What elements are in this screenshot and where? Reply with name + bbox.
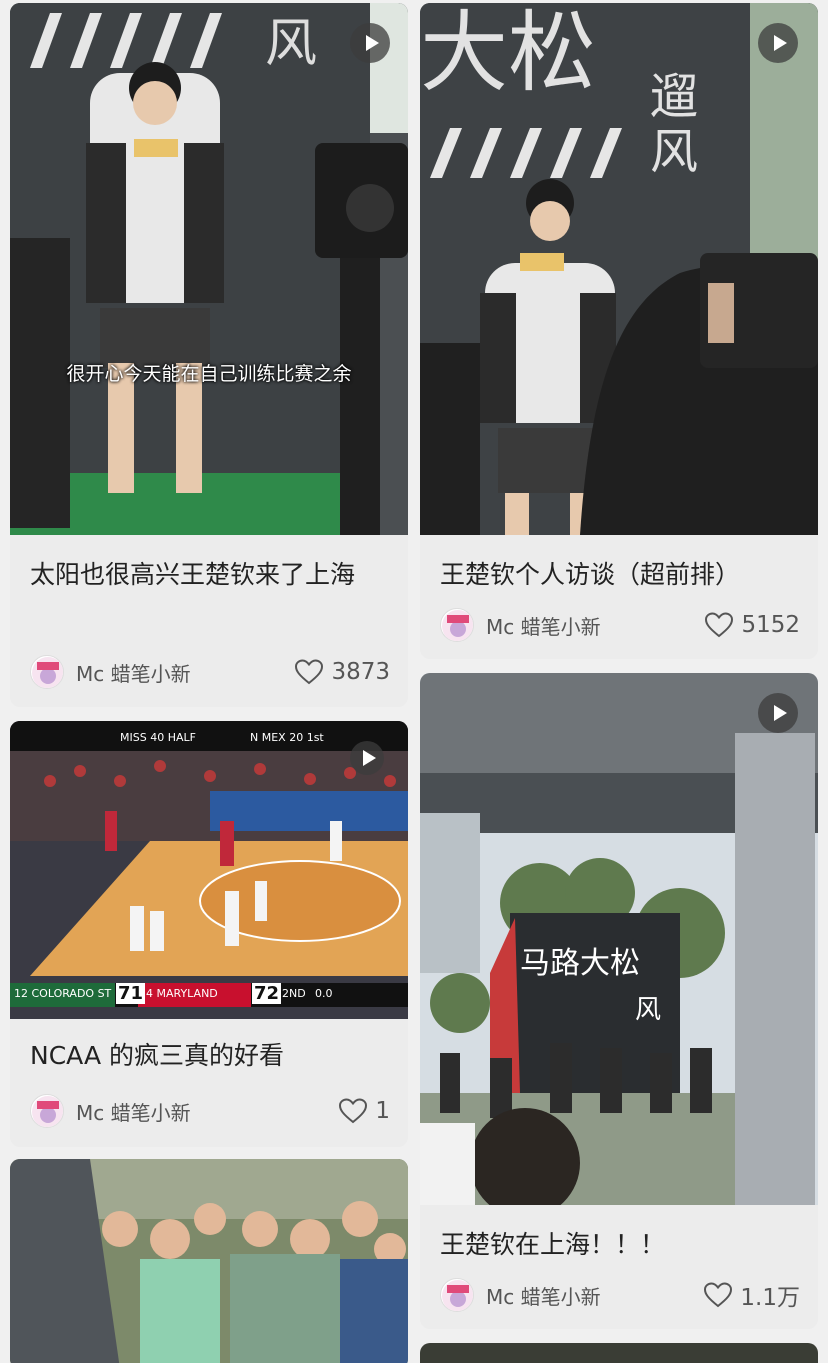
team2-score: 72	[252, 983, 282, 1004]
post-card-6[interactable]	[420, 1343, 818, 1363]
post-card-4[interactable]: 马路大松 风 王楚钦在上海！！！ Mc 蜡笔小新 1.1万	[420, 673, 818, 1329]
author-name[interactable]: Mc 蜡笔小新	[76, 1097, 339, 1126]
like-count: 5152	[741, 612, 800, 638]
avatar-icon[interactable]	[440, 608, 474, 642]
play-icon[interactable]	[758, 23, 798, 63]
cover-image-venue: 马路大松 风	[420, 673, 818, 1205]
post-title-4[interactable]: 王楚钦在上海！！！	[420, 1205, 818, 1266]
cover-image-stage: 风	[10, 3, 408, 535]
svg-text:风: 风	[635, 995, 661, 1025]
post-cover-1[interactable]: 风 很开心今天能在自己训练比赛之余	[10, 3, 408, 535]
like-count: 1.1万	[740, 1285, 800, 1311]
svg-text:MISS 40 HALF: MISS 40 HALF	[120, 731, 196, 744]
team2-name: 4 MARYLAND	[146, 987, 218, 1000]
heart-icon	[339, 1098, 368, 1124]
post-cover-4[interactable]: 马路大松 风	[420, 673, 818, 1205]
scoreboard: 12 COLORADO ST 71 4 MARYLAND 72 2ND 0.0	[10, 983, 408, 1007]
svg-text:遛: 遛	[650, 69, 698, 125]
svg-text:风: 风	[650, 124, 698, 180]
team1-score: 71	[116, 983, 146, 1004]
like-button[interactable]: 1.1万	[704, 1278, 800, 1312]
video-subtitle: 很开心今天能在自己训练比赛之余	[66, 363, 352, 385]
post-card-3[interactable]: MISS 40 HALF N MEX 20 1st 12 COLORADO ST…	[10, 721, 408, 1147]
play-icon[interactable]	[758, 693, 798, 733]
post-card-1[interactable]: 风 很开心今天能在自己训练比赛之余 太阳也很高兴王楚钦来了上海 Mc 蜡笔小新	[10, 3, 408, 707]
post-meta-3: Mc 蜡笔小新 1	[30, 1093, 390, 1129]
post-meta-2: Mc 蜡笔小新 5152	[440, 607, 800, 643]
play-icon[interactable]	[350, 23, 390, 63]
cover-image-basketball: MISS 40 HALF N MEX 20 1st	[10, 721, 408, 1019]
like-button[interactable]: 3873	[295, 659, 390, 685]
author-name[interactable]: Mc 蜡笔小新	[76, 658, 295, 687]
like-button[interactable]: 1	[339, 1098, 390, 1124]
svg-text:大松: 大松	[420, 3, 596, 104]
avatar-icon[interactable]	[440, 1278, 474, 1312]
team1-name: 12 COLORADO ST	[14, 987, 112, 1000]
avatar-icon[interactable]	[30, 655, 64, 689]
cover-image-crowd	[10, 1159, 408, 1363]
post-cover-3[interactable]: MISS 40 HALF N MEX 20 1st 12 COLORADO ST…	[10, 721, 408, 1019]
post-title-1[interactable]: 太阳也很高兴王楚钦来了上海	[10, 535, 408, 596]
post-title-2[interactable]: 王楚钦个人访谈（超前排）	[420, 535, 818, 596]
post-meta-4: Mc 蜡笔小新 1.1万	[440, 1277, 800, 1313]
post-card-5[interactable]	[10, 1159, 408, 1363]
svg-text:风: 风	[265, 14, 317, 74]
heart-icon	[704, 1282, 733, 1308]
play-icon[interactable]	[350, 741, 384, 775]
period: 2ND	[282, 987, 306, 1000]
avatar-icon[interactable]	[30, 1094, 64, 1128]
post-cover-6[interactable]	[420, 1343, 818, 1363]
svg-text:马路大松: 马路大松	[520, 946, 640, 981]
post-card-2[interactable]: 大松 遛 风 王楚钦个人访谈（超前排） Mc 蜡笔小新 5152	[420, 3, 818, 659]
game-clock: 0.0	[315, 987, 333, 1000]
post-meta-1: Mc 蜡笔小新 3873	[30, 654, 390, 690]
svg-text:N MEX 20 1st: N MEX 20 1st	[250, 731, 324, 744]
like-button[interactable]: 5152	[705, 612, 800, 638]
post-cover-5[interactable]	[10, 1159, 408, 1363]
cover-image-stage: 大松 遛 风	[420, 3, 818, 535]
like-count: 3873	[331, 659, 390, 685]
author-name[interactable]: Mc 蜡笔小新	[486, 611, 705, 640]
heart-icon	[295, 659, 324, 685]
heart-icon	[705, 612, 734, 638]
author-name[interactable]: Mc 蜡笔小新	[486, 1281, 704, 1310]
post-title-3[interactable]: NCAA 的疯三真的好看	[10, 1019, 408, 1077]
post-cover-2[interactable]: 大松 遛 风	[420, 3, 818, 535]
like-count: 1	[375, 1098, 390, 1124]
